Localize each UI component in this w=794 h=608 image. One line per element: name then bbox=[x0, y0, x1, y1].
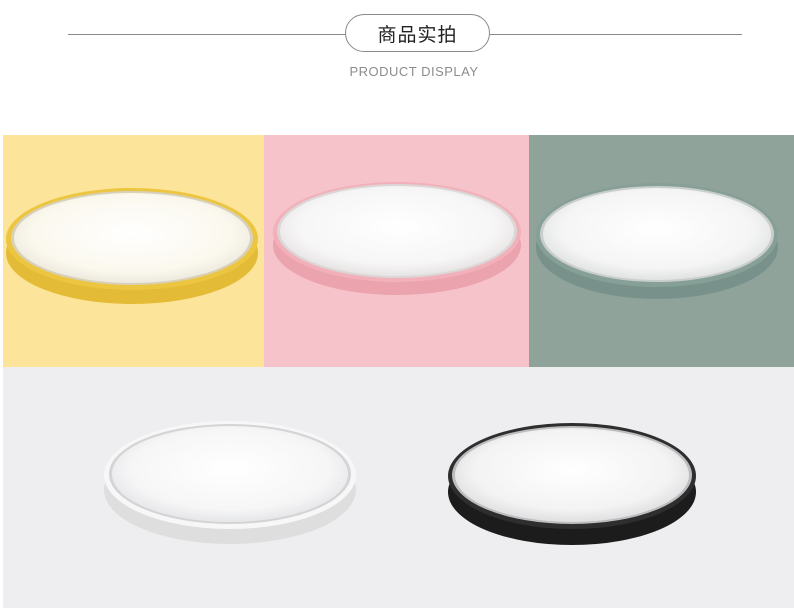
lamp-diffuser bbox=[280, 186, 514, 276]
product-photo-white-black bbox=[3, 367, 794, 608]
lamp-diffuser bbox=[455, 428, 689, 522]
lamp-diffuser bbox=[543, 188, 771, 280]
lamp-diffuser bbox=[112, 426, 348, 522]
section-subtitle: PRODUCT DISPLAY bbox=[349, 64, 479, 79]
product-photo-yellow bbox=[3, 135, 264, 367]
header-divider-left bbox=[68, 34, 346, 35]
section-header: 商品实拍 PRODUCT DISPLAY bbox=[0, 0, 794, 120]
section-title: 商品实拍 bbox=[345, 14, 490, 52]
header-divider-right bbox=[490, 34, 742, 35]
lamp-diffuser bbox=[14, 193, 250, 283]
black-lamp bbox=[448, 423, 696, 545]
product-photo-pink bbox=[264, 135, 529, 367]
product-photo-sage bbox=[529, 135, 794, 367]
white-lamp bbox=[104, 421, 356, 544]
